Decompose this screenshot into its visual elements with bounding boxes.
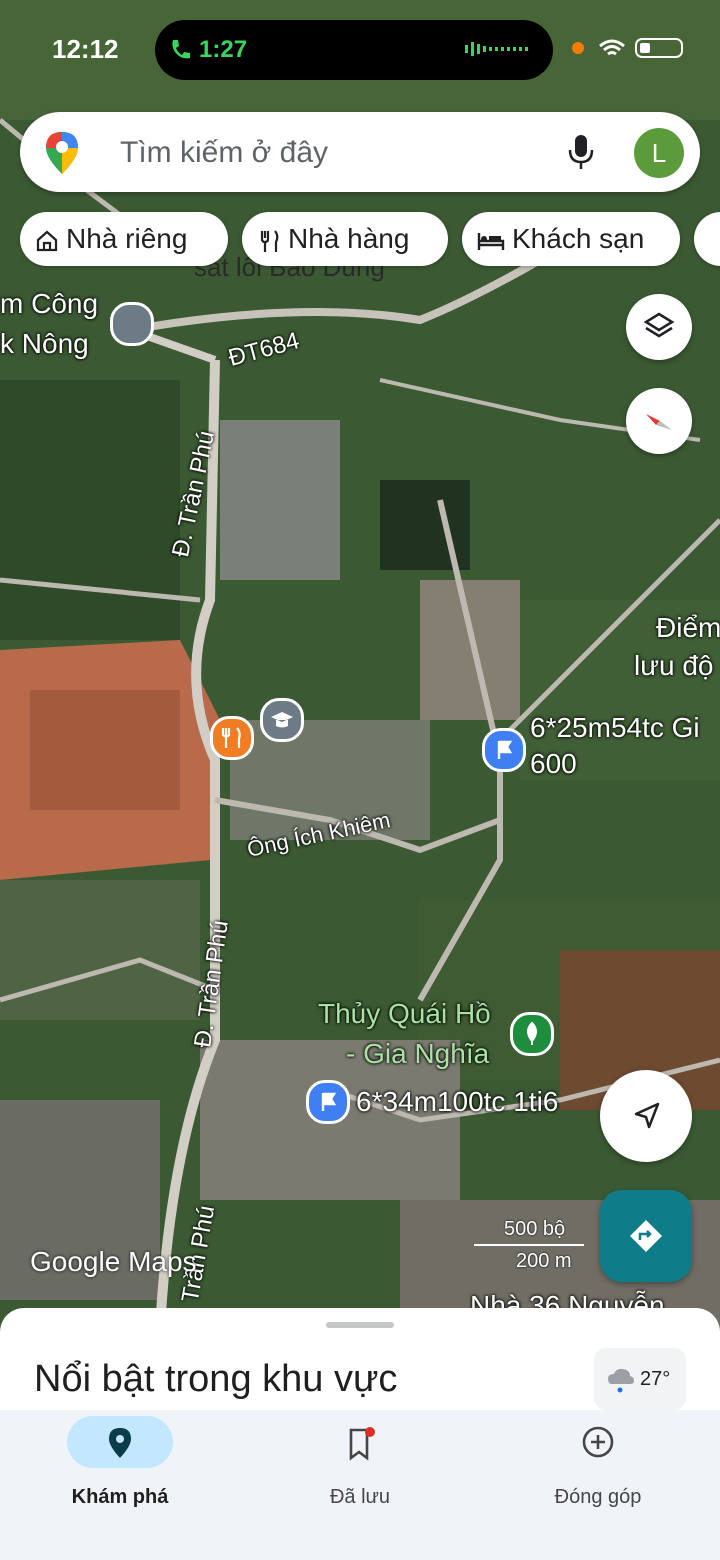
sheet-title: Nổi bật trong khu vực bbox=[34, 1358, 398, 1400]
satellite-map[interactable]: sát lối Bảo Dũng m Công k Nông ĐT684 Đ. … bbox=[0, 0, 720, 1330]
chip-label: Nhà riêng bbox=[66, 223, 188, 254]
park-pin-icon[interactable] bbox=[510, 1012, 554, 1056]
add-circle-icon bbox=[582, 1426, 614, 1458]
map-label-place: m Công bbox=[0, 288, 99, 319]
my-location-button[interactable] bbox=[600, 1070, 692, 1162]
scale-bar bbox=[474, 1244, 584, 1246]
bottom-sheet[interactable]: Nổi bật trong khu vực 27° bbox=[0, 1308, 720, 1418]
google-maps-pin-icon bbox=[46, 132, 78, 174]
compass-icon bbox=[646, 414, 672, 430]
status-time: 12:12 bbox=[52, 34, 119, 64]
google-maps-logo: Google Maps bbox=[30, 1246, 197, 1277]
bottom-navigation: Khám phá Đã lưu Đóng góp bbox=[0, 1410, 720, 1560]
map-label-listing[interactable]: 6*34m100tc 1ti6 bbox=[356, 1086, 558, 1118]
map-label-lake[interactable]: - Gia Nghĩa bbox=[346, 1038, 489, 1070]
call-duration: 1:27 bbox=[199, 36, 248, 63]
weather-chip[interactable]: 27° bbox=[594, 1348, 686, 1410]
sheet-drag-handle[interactable] bbox=[326, 1322, 394, 1328]
hotel-icon bbox=[477, 232, 505, 250]
scale-label-metric: 200 m bbox=[516, 1250, 572, 1272]
school-pin-icon[interactable] bbox=[260, 698, 304, 742]
map-label-place: lưu độ bbox=[634, 650, 714, 681]
status-bar: 12:12 1:27 bbox=[0, 0, 720, 96]
cloud-rain-icon bbox=[608, 1368, 634, 1393]
directions-icon bbox=[630, 1220, 662, 1252]
chip-home[interactable]: Nhà riêng bbox=[20, 212, 228, 266]
nav-label: Khám phá bbox=[71, 1486, 169, 1508]
place-pin-icon[interactable] bbox=[110, 302, 154, 346]
map-label-listing[interactable]: 6*25m54tc Gi bbox=[530, 712, 700, 744]
dynamic-island[interactable]: 1:27 bbox=[155, 20, 553, 80]
navigation-arrow-icon bbox=[634, 1102, 660, 1129]
nav-contribute[interactable]: Đóng góp bbox=[498, 1416, 698, 1509]
flag-pin-icon[interactable] bbox=[482, 728, 526, 772]
map-scale: 500 bộ 200 m bbox=[474, 1218, 586, 1278]
chip-more[interactable] bbox=[694, 212, 720, 266]
flag-pin-icon[interactable] bbox=[306, 1080, 350, 1124]
chip-restaurants[interactable]: Nhà hàng bbox=[242, 212, 448, 266]
map-label-listing[interactable]: 600 bbox=[530, 748, 577, 780]
bookmark-icon bbox=[349, 1427, 375, 1461]
chip-label: Khách sạn bbox=[512, 223, 645, 254]
temperature: 27° bbox=[640, 1368, 671, 1390]
nav-label: Đã lưu bbox=[329, 1486, 391, 1508]
account-avatar[interactable]: L bbox=[634, 128, 684, 178]
wifi-icon bbox=[599, 39, 625, 56]
search-input[interactable]: Tìm kiếm ở đây bbox=[120, 136, 328, 170]
map-label-lake[interactable]: Thủy Quái Hồ bbox=[318, 998, 491, 1030]
layers-button[interactable] bbox=[626, 294, 692, 360]
search-bar[interactable]: Tìm kiếm ở đây L bbox=[20, 112, 700, 192]
recording-dot-icon bbox=[572, 42, 584, 54]
compass-button[interactable] bbox=[626, 388, 692, 454]
map-label-place: Điểm bbox=[656, 612, 720, 643]
nav-saved[interactable]: Đã lưu bbox=[260, 1416, 460, 1509]
system-status-icons bbox=[572, 38, 683, 58]
scale-label-imperial: 500 bộ bbox=[504, 1218, 566, 1240]
home-icon bbox=[36, 230, 58, 251]
phone-icon bbox=[172, 40, 190, 59]
category-chips: Nhà riêng Nhà hàng Khách sạn bbox=[20, 212, 720, 268]
microphone-icon[interactable] bbox=[566, 132, 596, 172]
chip-label: Nhà hàng bbox=[288, 223, 410, 254]
nav-label: Đóng góp bbox=[554, 1486, 642, 1508]
map-label-place: k Nông bbox=[0, 328, 89, 359]
restaurant-icon bbox=[260, 229, 279, 252]
layers-icon bbox=[643, 312, 675, 338]
explore-pin-icon bbox=[109, 1428, 131, 1458]
chip-hotels[interactable]: Khách sạn bbox=[462, 212, 680, 266]
nav-explore[interactable]: Khám phá bbox=[20, 1416, 220, 1509]
nav-explore-indicator bbox=[67, 1416, 173, 1468]
restaurant-pin-icon[interactable] bbox=[210, 716, 254, 760]
directions-button[interactable] bbox=[600, 1190, 692, 1282]
audio-wave-icon bbox=[465, 42, 528, 56]
